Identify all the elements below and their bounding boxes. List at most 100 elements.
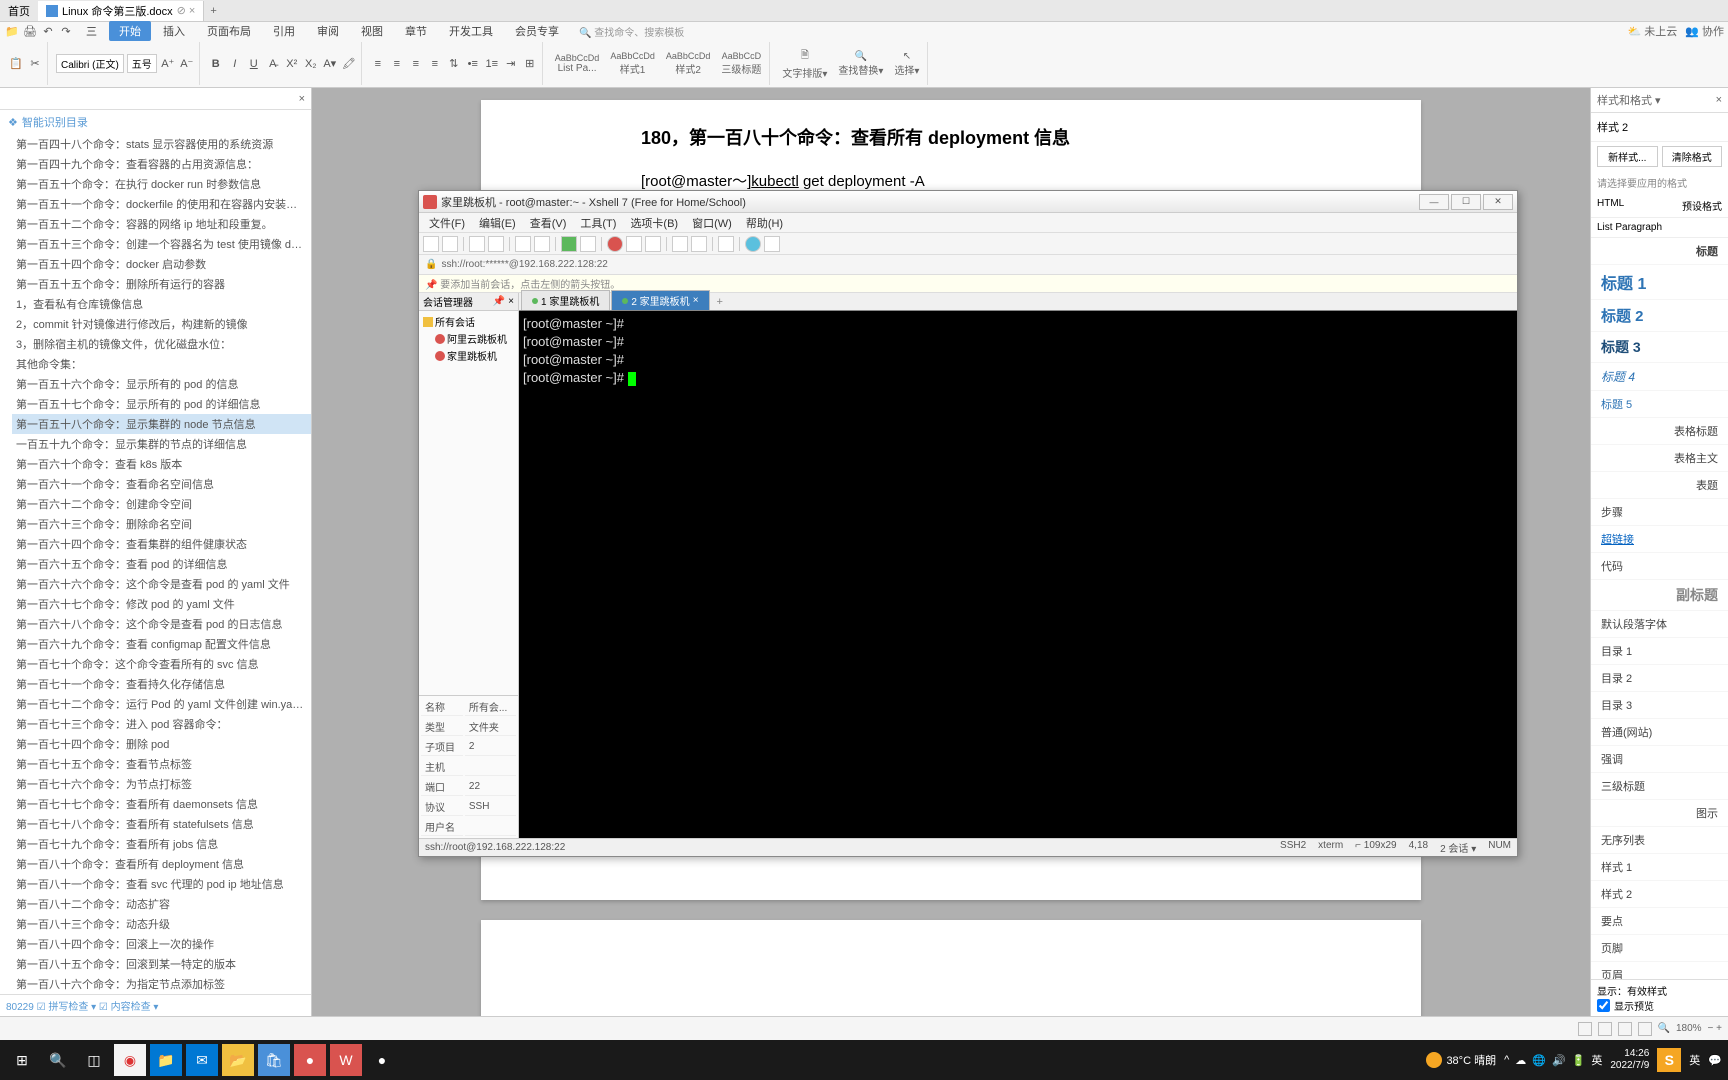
sogou-ime-icon[interactable]: S: [1657, 1048, 1681, 1072]
outline-list[interactable]: 第一百四十八个命令：stats 显示容器使用的系统资源第一百四十九个命令：查看容…: [0, 134, 311, 994]
superscript-icon[interactable]: X²: [284, 56, 300, 72]
outline-item[interactable]: 第一百八十四个命令：回滚上一次的操作: [12, 934, 311, 954]
style-entry[interactable]: 图示: [1591, 800, 1728, 827]
pin-icon[interactable]: 📌 ×: [493, 296, 514, 307]
outline-item[interactable]: 第一百七十三个命令：进入 pod 容器命令：: [12, 714, 311, 734]
outline-item[interactable]: 第一百五十三个命令：创建一个容器名为 test 使用镜像 daocloud.io…: [12, 234, 311, 254]
record-icon[interactable]: [607, 236, 623, 252]
ime-lang[interactable]: 英: [1689, 1052, 1700, 1068]
undo-icon[interactable]: ↶: [40, 23, 56, 39]
tree-item[interactable]: 阿里云跳板机: [421, 330, 516, 347]
outline-item[interactable]: 其他命令集：: [12, 354, 311, 374]
style-entry[interactable]: 步骤: [1591, 499, 1728, 526]
align-justify-icon[interactable]: ≡: [427, 56, 443, 72]
menu-tab[interactable]: 选项卡(B): [624, 214, 684, 232]
coop-button[interactable]: 👥 协作: [1685, 23, 1724, 39]
outline-item[interactable]: 第一百七十九个命令：查看所有 jobs 信息: [12, 834, 311, 854]
outline-item[interactable]: 第一百六十六个命令：这个命令是查看 pod 的 yaml 文件: [12, 574, 311, 594]
bullet-list-icon[interactable]: •≡: [465, 56, 481, 72]
style-entry[interactable]: 要点: [1591, 908, 1728, 935]
terminal[interactable]: [root@master ~]#[root@master ~]#[root@ma…: [519, 311, 1517, 838]
start-button[interactable]: ⊞: [6, 1044, 38, 1076]
tile-icon[interactable]: [718, 236, 734, 252]
mail-icon[interactable]: ✉: [186, 1044, 218, 1076]
close-button[interactable]: ✕: [1483, 194, 1513, 210]
number-list-icon[interactable]: 1≡: [484, 56, 500, 72]
new-session-icon[interactable]: [423, 236, 439, 252]
clear-format-button[interactable]: 清除格式: [1662, 146, 1723, 167]
tree-item[interactable]: 所有会话: [421, 313, 516, 330]
style-preview-4[interactable]: AaBbCcD三级标题: [717, 47, 765, 80]
style-entry[interactable]: 标题: [1591, 238, 1728, 265]
style-preview-2[interactable]: AaBbCcDd样式1: [606, 47, 659, 80]
outline-item[interactable]: 第一百七十四个命令：删除 pod: [12, 734, 311, 754]
help-icon[interactable]: [745, 236, 761, 252]
menu-help[interactable]: 帮助(H): [740, 214, 789, 232]
paste-icon[interactable]: 📋: [8, 56, 24, 72]
add-tab-button[interactable]: +: [204, 5, 222, 17]
ribbon-tab-review[interactable]: 审阅: [307, 21, 349, 41]
add-session-tab[interactable]: +: [711, 294, 729, 310]
show-filter-label[interactable]: 显示：有效样式: [1597, 983, 1722, 998]
outline-item[interactable]: 第一百六十五个命令：查看 pod 的详细信息: [12, 554, 311, 574]
html-preset-row[interactable]: HTML预设格式: [1591, 194, 1728, 218]
menu-tools[interactable]: 工具(T): [574, 214, 622, 232]
menu-file[interactable]: 文件(F): [423, 214, 471, 232]
outline-item[interactable]: 第一百五十六个命令：显示所有的 pod 的信息: [12, 374, 311, 394]
minimize-button[interactable]: —: [1419, 194, 1449, 210]
increase-font-icon[interactable]: A⁺: [160, 56, 176, 72]
outline-item[interactable]: 第一百六十个命令：查看 k8s 版本: [12, 454, 311, 474]
ribbon-search[interactable]: 🔍 查找命令、搜索模板: [579, 24, 684, 39]
open-icon[interactable]: [442, 236, 458, 252]
wps-icon[interactable]: W: [330, 1044, 362, 1076]
ribbon-tab-layout[interactable]: 页面布局: [197, 21, 261, 41]
style-entry[interactable]: 样式 1: [1591, 854, 1728, 881]
session-tab-2[interactable]: 2 家里跳板机 ×: [611, 290, 709, 310]
ime-indicator[interactable]: 英: [1591, 1052, 1602, 1068]
style-entry[interactable]: 三级标题: [1591, 773, 1728, 800]
outline-item[interactable]: 第一百六十四个命令：查看集群的组件健康状态: [12, 534, 311, 554]
outline-item[interactable]: 第一百五十四个命令：docker 启动参数: [12, 254, 311, 274]
outline-item[interactable]: 第一百六十九个命令：查看 configmap 配置文件信息: [12, 634, 311, 654]
view-mode-icon[interactable]: [1598, 1022, 1612, 1036]
chrome-icon[interactable]: ◉: [114, 1044, 146, 1076]
highlight-icon[interactable]: 🖍: [341, 56, 357, 72]
ribbon-tab-dev[interactable]: 开发工具: [439, 21, 503, 41]
battery-icon[interactable]: 🔋: [1572, 1054, 1586, 1067]
zoom-out-icon[interactable]: 🔍: [1658, 1023, 1670, 1034]
menu-edit[interactable]: 编辑(E): [473, 214, 522, 232]
outline-item[interactable]: 2，commit 针对镜像进行修改后，构建新的镜像: [12, 314, 311, 334]
outline-item[interactable]: 第一百四十八个命令：stats 显示容器使用的系统资源: [12, 134, 311, 154]
line-spacing-icon[interactable]: ⇅: [446, 56, 462, 72]
system-tray[interactable]: ^ ☁ 🌐 🔊 🔋 英: [1504, 1052, 1602, 1068]
search-icon[interactable]: 🔍: [42, 1044, 74, 1076]
list-paragraph-row[interactable]: List Paragraph: [1591, 218, 1728, 238]
select-dropdown[interactable]: ↖选择▾: [890, 47, 923, 81]
clock[interactable]: 14:26 2022/7/9: [1610, 1048, 1649, 1072]
sftp-icon[interactable]: [691, 236, 707, 252]
strike-icon[interactable]: A̵: [265, 56, 281, 72]
outline-item[interactable]: 第一百八十三个命令：动态升级: [12, 914, 311, 934]
view-mode-icon[interactable]: [1618, 1022, 1632, 1036]
outline-item[interactable]: 第一百七十一个命令：查看持久化存储信息: [12, 674, 311, 694]
align-center-icon[interactable]: ≡: [389, 56, 405, 72]
font-color-icon[interactable]: A▾: [322, 56, 338, 72]
style-entry[interactable]: 强调: [1591, 746, 1728, 773]
outline-item[interactable]: 3，删除宿主机的镜像文件，优化磁盘水位：: [12, 334, 311, 354]
disconnect-icon[interactable]: [488, 236, 504, 252]
style-entry[interactable]: 默认段落字体: [1591, 611, 1728, 638]
notification-icon[interactable]: 💬: [1708, 1054, 1722, 1067]
indent-icon[interactable]: ⇥: [503, 56, 519, 72]
outline-item[interactable]: 第一百七十八个命令：查看所有 statefulsets 信息: [12, 814, 311, 834]
style-entry[interactable]: 表格主文: [1591, 445, 1728, 472]
task-view-icon[interactable]: ◫: [78, 1044, 110, 1076]
about-icon[interactable]: [764, 236, 780, 252]
print-icon[interactable]: 🖨: [22, 23, 38, 39]
view-mode-icon[interactable]: [1578, 1022, 1592, 1036]
transfer-icon[interactable]: [672, 236, 688, 252]
font-icon[interactable]: [580, 236, 596, 252]
outline-item[interactable]: 第一百七十二个命令：运行 Pod 的 yaml 文件创建 win.yaml 的容…: [12, 694, 311, 714]
style-entry[interactable]: 表格标题: [1591, 418, 1728, 445]
style-entry[interactable]: 页脚: [1591, 935, 1728, 962]
outline-item[interactable]: 第一百六十八个命令：这个命令是查看 pod 的日志信息: [12, 614, 311, 634]
